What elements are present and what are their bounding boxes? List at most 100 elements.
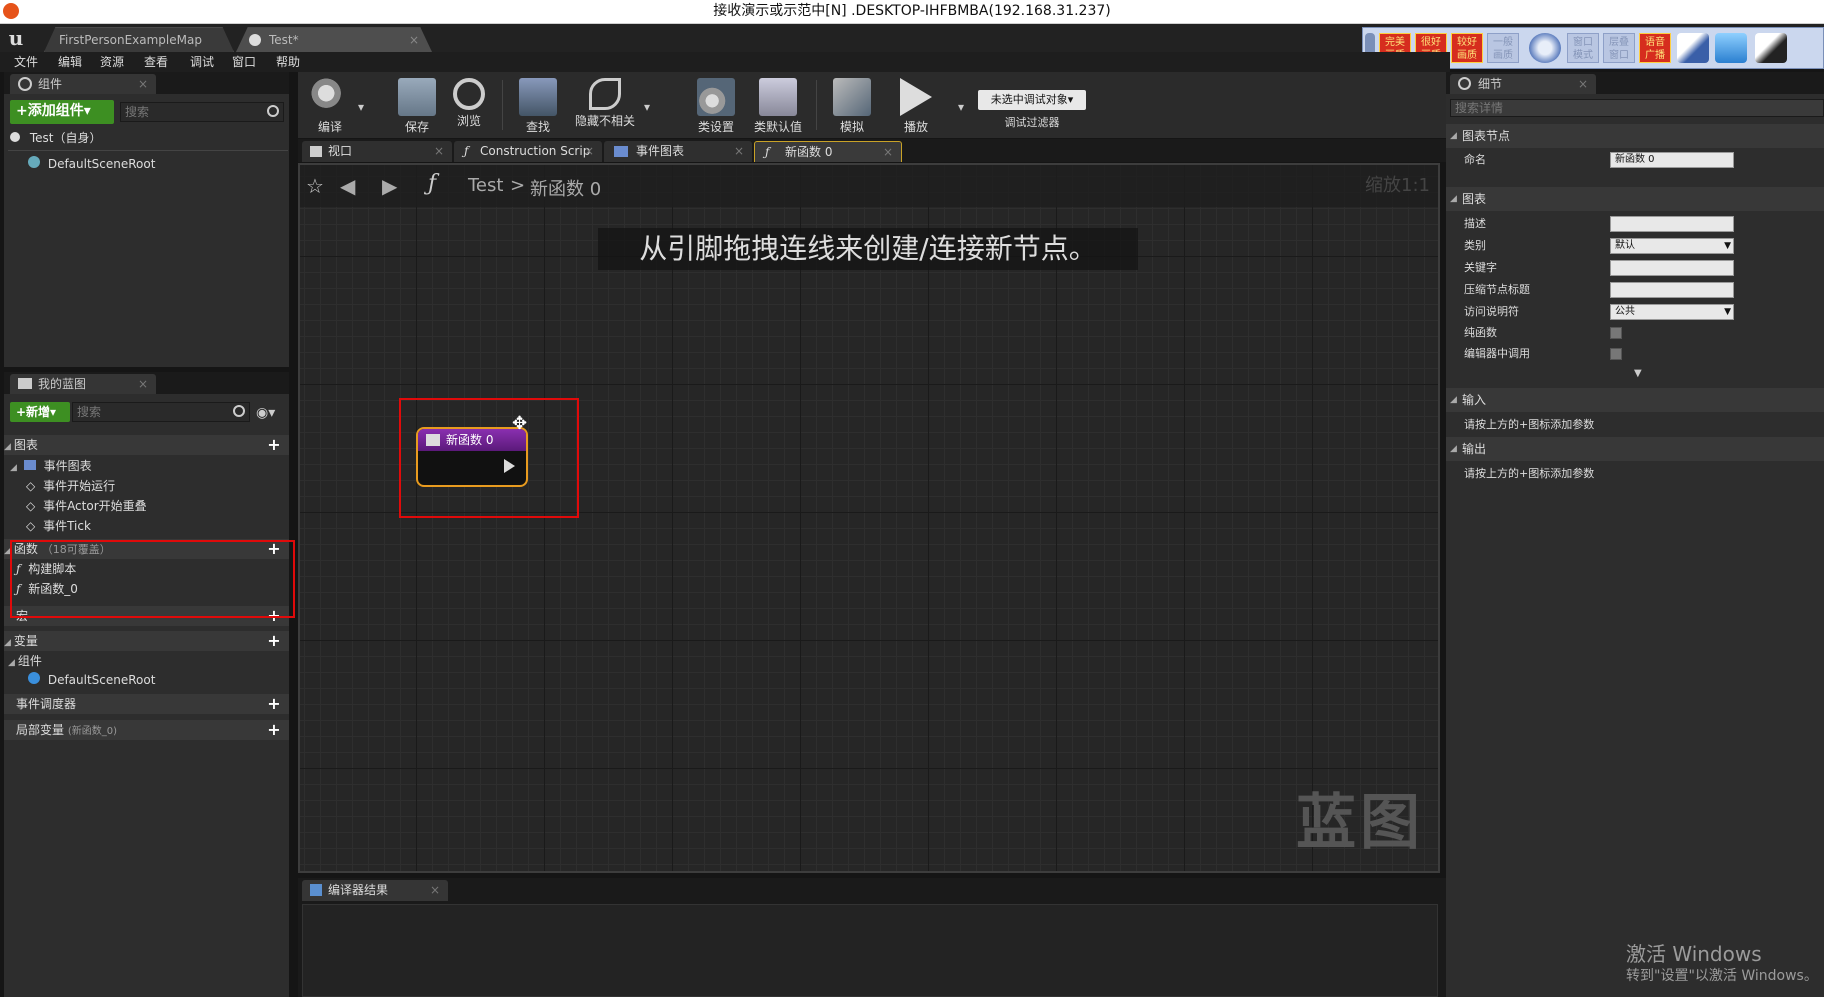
new-button[interactable]: +新增▾ — [10, 402, 70, 422]
graphs-category[interactable]: ◢ 图表 + — [4, 435, 289, 455]
tab-label: 新函数 0 — [785, 145, 833, 159]
doc-tab-map[interactable]: FirstPersonExampleMap — [44, 27, 234, 52]
menu-asset[interactable]: 资源 — [100, 52, 124, 72]
details-search-input[interactable]: 搜索详情 — [1450, 99, 1824, 117]
category-combobox[interactable]: 默认 ▼ — [1610, 238, 1734, 254]
variables-category[interactable]: ◢ 变量 + — [4, 631, 289, 651]
components-search-input[interactable]: 搜索 — [120, 102, 284, 122]
debug-object-dropdown[interactable]: 未选中调试对象▾ — [978, 90, 1086, 110]
close-icon[interactable]: × — [409, 28, 419, 52]
add-variable-icon[interactable]: + — [267, 633, 281, 649]
event-graph-row[interactable]: ◢ 事件图表 — [10, 456, 92, 476]
component-variable-row[interactable]: DefaultSceneRoot — [28, 670, 155, 690]
category-value: 默认 — [1615, 240, 1635, 251]
details-tab-bar: 细节 × — [1446, 72, 1824, 94]
class-settings-button[interactable]: 类设置 — [688, 74, 744, 136]
event-row[interactable]: ◇ 事件Tick — [26, 516, 91, 536]
find-button[interactable]: 查找 — [510, 74, 566, 136]
call-in-editor-checkbox[interactable] — [1610, 348, 1622, 360]
close-icon[interactable]: × — [434, 141, 444, 162]
local-variables-category[interactable]: 局部变量 (新函数_0) + — [4, 720, 289, 740]
menu-help[interactable]: 帮助 — [276, 52, 300, 72]
tab-event-graph[interactable]: 事件图表 × — [604, 141, 752, 162]
add-local-variable-icon[interactable]: + — [267, 722, 281, 738]
compiler-results-tab[interactable]: 编译器结果 × — [302, 880, 448, 901]
close-icon[interactable]: × — [138, 374, 148, 394]
doc-tab-blueprint[interactable]: Test* × — [236, 27, 432, 52]
search-icon — [267, 105, 279, 117]
components-group-label: 组件 — [17, 654, 42, 668]
inputs-section[interactable]: ◢ 输入 — [1446, 388, 1824, 412]
cascade-window-button[interactable]: 层叠 窗口 — [1603, 33, 1635, 63]
details-search-icon — [1458, 77, 1471, 90]
add-dispatcher-icon[interactable]: + — [267, 696, 281, 712]
pure-checkbox[interactable] — [1610, 327, 1622, 339]
empty-graph-hint: 从引脚拖拽连线来创建/连接新节点。 — [598, 228, 1138, 270]
menu-edit[interactable]: 编辑 — [58, 52, 82, 72]
tab-viewport[interactable]: 视口 × — [302, 141, 452, 162]
voice-broadcast-button[interactable]: 语音 广播 — [1639, 33, 1671, 63]
menu-file[interactable]: 文件 — [14, 52, 38, 72]
pen-icon[interactable] — [1677, 33, 1709, 63]
tab-new-function[interactable]: ƒ 新函数 0 × — [754, 141, 902, 162]
play-dropdown-icon[interactable]: ▾ — [958, 100, 964, 114]
outputs-section[interactable]: ◢ 输出 — [1446, 437, 1824, 461]
name-field[interactable]: 新函数 0 — [1610, 152, 1734, 168]
breadcrumb-root[interactable]: Test — [468, 175, 503, 196]
functions-highlight-box — [10, 540, 295, 618]
compile-button[interactable]: 编译 — [302, 74, 358, 136]
back-arrow-icon[interactable]: ◀ — [340, 174, 355, 198]
event-row[interactable]: ◇ 事件Actor开始重叠 — [26, 496, 147, 516]
description-field[interactable] — [1610, 216, 1734, 232]
graph-node-section[interactable]: ◢ 图表节点 — [1446, 124, 1824, 148]
play-icon — [900, 78, 932, 116]
blueprint-search-input[interactable]: 搜索 — [72, 402, 250, 422]
hide-dropdown-icon[interactable]: ▾ — [644, 100, 650, 114]
close-icon[interactable]: × — [883, 142, 893, 163]
component-root-row[interactable]: Test（自身） — [10, 128, 101, 148]
window-mode-button[interactable]: 窗口 模式 — [1567, 33, 1599, 63]
details-tab[interactable]: 细节 × — [1450, 74, 1596, 94]
component-child-row[interactable]: DefaultSceneRoot — [28, 154, 155, 174]
close-icon[interactable]: × — [1578, 74, 1588, 94]
eye-icon[interactable]: ◉▾ — [256, 405, 282, 421]
hide-unrelated-button[interactable]: 隐藏不相关 — [570, 74, 640, 136]
close-icon[interactable]: × — [138, 74, 148, 94]
details-tab-label: 细节 — [1478, 77, 1503, 91]
compiler-output-area[interactable] — [302, 904, 1438, 997]
forward-arrow-icon[interactable]: ▶ — [382, 174, 397, 198]
compact-title-field[interactable] — [1610, 282, 1734, 298]
close-icon[interactable]: × — [734, 141, 744, 162]
graph-section[interactable]: ◢ 图表 — [1446, 187, 1824, 211]
quality-normal-button[interactable]: 一般 画质 — [1487, 33, 1519, 63]
access-specifier-dropdown[interactable]: 公共 ▼ — [1610, 304, 1734, 320]
expand-advanced-icon[interactable]: ▼ — [1634, 368, 1642, 379]
event-row[interactable]: ◇ 事件开始运行 — [26, 476, 115, 496]
screen-share-icon[interactable] — [1715, 33, 1747, 63]
compile-dropdown-icon[interactable]: ▾ — [358, 100, 364, 114]
components-tab[interactable]: 组件 × — [10, 74, 156, 94]
keyword-field[interactable] — [1610, 260, 1734, 276]
close-icon[interactable]: × — [430, 880, 440, 901]
class-defaults-button[interactable]: 类默认值 — [748, 74, 808, 136]
disc-icon[interactable] — [1529, 33, 1561, 63]
quality-good-button[interactable]: 较好 画质 — [1451, 33, 1483, 63]
browse-button[interactable]: 浏览 — [444, 74, 494, 136]
add-component-button[interactable]: +添加组件▾ — [10, 100, 114, 124]
close-icon[interactable]: × — [584, 141, 594, 162]
components-group-row[interactable]: ◢ 组件 — [8, 651, 42, 671]
save-button[interactable]: 保存 — [392, 74, 442, 136]
add-graph-icon[interactable]: + — [267, 437, 281, 453]
menu-view[interactable]: 查看 — [144, 52, 168, 72]
tab-construction-script[interactable]: ƒ Construction Scrip × — [454, 141, 602, 162]
event-dispatchers-category[interactable]: 事件调度器 + — [4, 694, 289, 714]
compiler-results-panel: 编译器结果 × — [298, 878, 1446, 997]
draw-icon[interactable] — [1755, 33, 1787, 63]
menu-debug[interactable]: 调试 — [190, 52, 214, 72]
star-icon[interactable]: ☆ — [306, 174, 324, 198]
play-button[interactable]: 播放 — [888, 74, 944, 136]
simulate-button[interactable]: 模拟 — [824, 74, 880, 136]
menu-window[interactable]: 窗口 — [232, 52, 256, 72]
graph-canvas[interactable]: ☆ ◀ ▶ ƒ Test > 新函数 0 缩放1:1 从引脚拖拽连线来创建/连接… — [298, 163, 1440, 873]
my-blueprint-tab[interactable]: 我的蓝图 × — [10, 374, 156, 394]
